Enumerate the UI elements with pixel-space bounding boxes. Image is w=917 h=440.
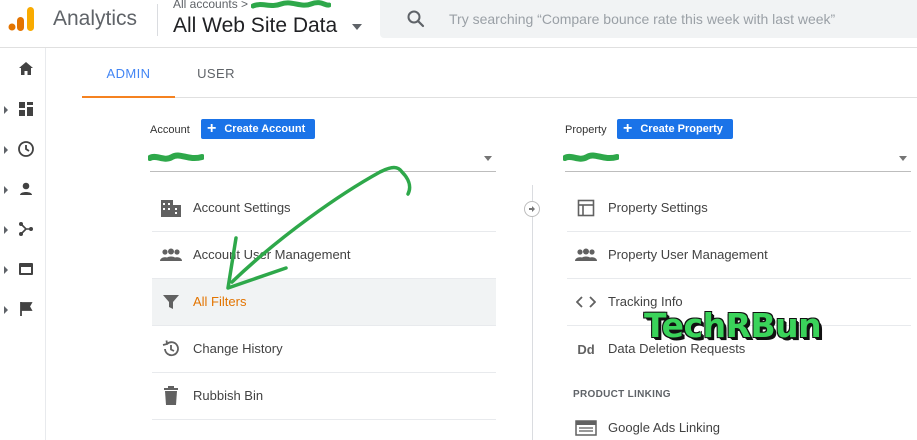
- expand-arrow-icon: [4, 306, 8, 314]
- plus-icon: +: [207, 120, 217, 137]
- nav-conversions[interactable]: [0, 296, 46, 324]
- menu-label: Google Ads Linking: [608, 420, 721, 435]
- person-icon: [20, 182, 32, 195]
- property-label: Property: [565, 124, 607, 136]
- search-input[interactable]: Try searching “Compare bounce rate this …: [449, 11, 835, 27]
- menu-change-history[interactable]: Change History: [152, 326, 496, 373]
- expand-arrow-icon: [4, 106, 8, 114]
- tab-user[interactable]: USER: [175, 58, 257, 98]
- people-icon: [160, 244, 182, 266]
- account-breadcrumb-label: All accounts >: [173, 0, 249, 11]
- menu-label: Property Settings: [608, 200, 708, 215]
- menu-account-user-management[interactable]: Account User Management: [152, 232, 496, 279]
- nav-customization[interactable]: [0, 96, 46, 124]
- watermark-text: TechRBun: [644, 306, 822, 345]
- building-icon: [160, 197, 182, 219]
- column-divider: [532, 185, 533, 440]
- expand-arrow-icon: [4, 266, 8, 274]
- account-selector[interactable]: [148, 148, 496, 172]
- redaction-scribble: [148, 152, 204, 162]
- menu-label: Account Settings: [193, 200, 291, 215]
- nav-home[interactable]: [0, 56, 46, 84]
- account-breadcrumb[interactable]: All accounts >: [173, 0, 332, 11]
- dashboard-icon: [19, 102, 33, 116]
- top-header: Analytics All accounts > All Web Site Da…: [0, 0, 917, 48]
- arrow-right-icon: [524, 201, 540, 217]
- behavior-icon: [19, 263, 33, 275]
- header-divider: [157, 4, 158, 36]
- account-label: Account: [150, 124, 190, 136]
- ads-icon: [575, 417, 597, 439]
- tab-admin[interactable]: ADMIN: [82, 58, 175, 98]
- expand-arrow-icon: [4, 186, 8, 194]
- dd-icon: Dd: [577, 341, 595, 357]
- window-icon: [575, 197, 597, 219]
- nav-behavior[interactable]: [0, 256, 46, 284]
- menu-account-settings[interactable]: Account Settings: [152, 185, 496, 232]
- filter-icon: [160, 291, 182, 313]
- create-property-button[interactable]: + Create Property: [617, 119, 733, 139]
- menu-label: Property User Management: [608, 247, 768, 262]
- admin-tabs: ADMIN USER: [82, 58, 917, 98]
- menu-all-filters[interactable]: All Filters: [152, 279, 496, 326]
- property-selector[interactable]: [563, 148, 911, 172]
- chevron-down-icon[interactable]: [352, 24, 362, 30]
- history-icon: [160, 338, 182, 360]
- section-product-linking: PRODUCT LINKING: [573, 389, 671, 400]
- clock-icon: [18, 141, 34, 157]
- nav-acquisition[interactable]: [0, 216, 46, 244]
- trash-icon: [160, 385, 182, 407]
- search-icon: [407, 10, 425, 28]
- plus-icon: +: [623, 120, 633, 137]
- view-selector-title[interactable]: All Web Site Data: [173, 14, 337, 38]
- expand-arrow-icon: [4, 146, 8, 154]
- acquisition-icon: [19, 222, 33, 236]
- flag-icon: [20, 302, 33, 316]
- create-property-label: Create Property: [640, 123, 723, 135]
- menu-property-user-management[interactable]: Property User Management: [567, 232, 911, 279]
- menu-label: Account User Management: [193, 247, 351, 262]
- home-icon: [19, 62, 33, 75]
- analytics-logo-icon[interactable]: [6, 5, 36, 33]
- app-title: Analytics: [53, 7, 138, 30]
- create-account-button[interactable]: + Create Account: [201, 119, 316, 139]
- menu-rubbish-bin[interactable]: Rubbish Bin: [152, 373, 496, 420]
- nav-realtime[interactable]: [0, 136, 46, 164]
- create-account-label: Create Account: [224, 123, 306, 135]
- people-icon: [575, 244, 597, 266]
- menu-property-settings[interactable]: Property Settings: [567, 185, 911, 232]
- menu-label: Rubbish Bin: [193, 388, 264, 403]
- code-icon: [575, 291, 597, 313]
- nav-audience[interactable]: [0, 176, 46, 204]
- redaction-scribble: [251, 0, 332, 9]
- menu-google-ads-linking[interactable]: Google Ads Linking: [567, 405, 911, 440]
- left-nav: [0, 48, 46, 440]
- chevron-down-icon: [899, 156, 907, 161]
- chevron-down-icon: [484, 156, 492, 161]
- redaction-scribble: [563, 152, 619, 162]
- search-bar[interactable]: Try searching “Compare bounce rate this …: [380, 0, 917, 38]
- expand-arrow-icon: [4, 226, 8, 234]
- menu-label: All Filters: [193, 294, 247, 309]
- menu-label: Change History: [193, 341, 283, 356]
